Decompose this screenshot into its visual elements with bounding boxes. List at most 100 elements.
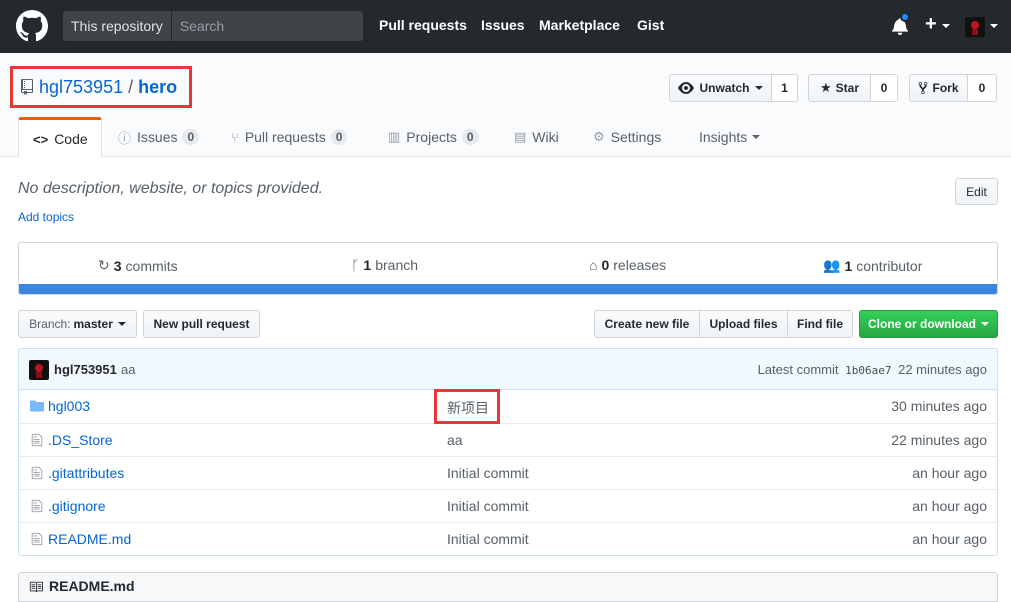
commit-message[interactable]: aa bbox=[121, 362, 135, 377]
commit-author-avatar[interactable] bbox=[29, 360, 49, 380]
issue-opened-icon: ⓘ bbox=[118, 130, 132, 146]
file-icon bbox=[31, 433, 43, 447]
file-icon bbox=[31, 499, 43, 513]
commits-label: commits bbox=[125, 257, 178, 274]
create-new-icon[interactable]: + bbox=[925, 13, 937, 36]
branch-label: branch bbox=[375, 257, 419, 273]
branch-count: 1 bbox=[363, 257, 372, 273]
file-name-link[interactable]: hgl003 bbox=[48, 398, 90, 414]
file-icon bbox=[31, 466, 43, 480]
pulls-counter: 0 bbox=[330, 129, 348, 145]
tab-wiki[interactable]: ▤ Wiki bbox=[514, 117, 559, 157]
tab-pull-requests[interactable]: ⑂ Pull requests 0 bbox=[231, 117, 348, 157]
insights-caret-icon bbox=[752, 135, 761, 139]
releases-count: 0 bbox=[601, 257, 610, 273]
user-avatar[interactable] bbox=[965, 17, 985, 37]
create-new-file-button[interactable]: Create new file bbox=[594, 310, 700, 338]
branches-link[interactable]: ᚴ 1 branch bbox=[351, 257, 418, 273]
repo-path-separator: / bbox=[128, 76, 134, 97]
file-name-link[interactable]: .gitattributes bbox=[48, 465, 124, 481]
file-icon bbox=[31, 532, 43, 546]
star-icon: ★ bbox=[820, 80, 832, 95]
gear-icon: ⚙ bbox=[593, 129, 605, 144]
tab-settings[interactable]: ⚙ Settings bbox=[593, 117, 661, 157]
fork-count[interactable]: 0 bbox=[968, 74, 997, 102]
watch-caret-icon bbox=[754, 86, 763, 90]
file-name-link[interactable]: .gitignore bbox=[48, 498, 106, 514]
repo-name-link[interactable]: hero bbox=[138, 77, 177, 98]
user-menu-caret-icon[interactable] bbox=[990, 24, 998, 28]
file-commit-message[interactable]: Initial commit bbox=[447, 465, 529, 481]
branch-select-button[interactable]: Branch: master bbox=[18, 310, 137, 338]
file-table: hgl753951 aa Latest commit 1b06ae7 22 mi… bbox=[18, 348, 998, 556]
file-age: an hour ago bbox=[912, 531, 987, 547]
nav-pull-requests[interactable]: Pull requests bbox=[379, 17, 467, 33]
commit-sha[interactable]: 1b06ae7 bbox=[845, 364, 891, 377]
tab-pull-requests-label: Pull requests bbox=[244, 129, 326, 145]
github-logo-icon[interactable] bbox=[16, 10, 48, 42]
table-row: .gitattributes Initial commit an hour ag… bbox=[19, 456, 997, 489]
tab-code[interactable]: <> Code bbox=[18, 117, 102, 158]
releases-label: releases bbox=[613, 257, 667, 273]
clone-download-label: Clone or download bbox=[868, 317, 976, 331]
history-icon: ↻ bbox=[98, 257, 110, 273]
commit-tease: hgl753951 aa Latest commit 1b06ae7 22 mi… bbox=[19, 349, 997, 390]
watch-button[interactable]: Unwatch bbox=[669, 74, 772, 102]
upload-files-button[interactable]: Upload files bbox=[699, 310, 788, 338]
watch-count[interactable]: 1 bbox=[772, 74, 798, 102]
tab-insights-label: Insights bbox=[699, 129, 748, 145]
contributor-count: 1 bbox=[844, 257, 853, 274]
numbers-summary: ↻ 3 commits ᚴ 1 branch ⌂ 0 releases 👥 1 … bbox=[18, 242, 998, 295]
readme-header: README.md bbox=[18, 572, 998, 602]
search-scope[interactable]: This repository bbox=[63, 11, 172, 41]
commit-author[interactable]: hgl753951 bbox=[54, 362, 117, 377]
tab-code-label: Code bbox=[54, 131, 88, 147]
table-row: .gitignore Initial commit an hour ago bbox=[19, 489, 997, 522]
branch-select-label: Branch: bbox=[29, 317, 71, 331]
star-count[interactable]: 0 bbox=[871, 74, 898, 102]
nav-issues[interactable]: Issues bbox=[481, 17, 525, 33]
eye-icon bbox=[678, 82, 695, 94]
nav-marketplace[interactable]: Marketplace bbox=[539, 17, 620, 33]
commits-link[interactable]: ↻ 3 commits bbox=[98, 257, 178, 274]
tab-settings-label: Settings bbox=[610, 129, 662, 145]
table-row: hgl003 新项目 30 minutes ago bbox=[19, 390, 997, 423]
file-name-link[interactable]: README.md bbox=[48, 531, 131, 547]
nav-gist[interactable]: Gist bbox=[637, 17, 664, 33]
unread-indicator bbox=[900, 12, 910, 22]
repo-owner-link[interactable]: hgl753951 bbox=[39, 77, 123, 98]
releases-link[interactable]: ⌂ 0 releases bbox=[589, 257, 666, 273]
organization-icon: 👥 bbox=[823, 257, 841, 273]
file-age: an hour ago bbox=[912, 465, 987, 481]
search-input[interactable]: Search bbox=[172, 11, 232, 41]
repo-description: No description, website, or topics provi… bbox=[18, 180, 324, 197]
tab-projects[interactable]: ▥ Projects 0 bbox=[388, 117, 479, 157]
search-box[interactable]: This repository Search bbox=[63, 11, 363, 41]
contributors-link[interactable]: 👥 1 contributor bbox=[823, 257, 922, 274]
global-header: This repository Search Pull requests Iss… bbox=[0, 0, 1011, 53]
create-menu-caret-icon[interactable] bbox=[942, 24, 950, 28]
readme-title: README.md bbox=[49, 578, 135, 594]
file-commit-message[interactable]: Initial commit bbox=[447, 498, 529, 514]
language-bar[interactable] bbox=[19, 284, 997, 294]
star-label: Star bbox=[835, 81, 859, 95]
tab-insights[interactable]: Insights bbox=[699, 117, 761, 157]
repo-icon bbox=[21, 79, 33, 95]
star-button[interactable]: ★ Star bbox=[808, 74, 871, 102]
project-icon: ▥ bbox=[388, 129, 401, 144]
tab-issues[interactable]: ⓘ Issues 0 bbox=[118, 117, 200, 157]
fork-button[interactable]: Fork bbox=[909, 74, 968, 102]
contributor-label: contributor bbox=[856, 257, 923, 274]
file-commit-message[interactable]: Initial commit bbox=[447, 531, 529, 547]
find-file-button[interactable]: Find file bbox=[787, 310, 853, 338]
tab-wiki-label: Wiki bbox=[532, 129, 559, 145]
file-commit-message[interactable]: aa bbox=[447, 432, 463, 448]
add-topics-link[interactable]: Add topics bbox=[18, 210, 74, 224]
new-pull-request-button[interactable]: New pull request bbox=[143, 310, 260, 338]
branch-select-value: master bbox=[73, 317, 113, 331]
clone-download-button[interactable]: Clone or download bbox=[859, 310, 998, 338]
table-row: .DS_Store aa 22 minutes ago bbox=[19, 423, 997, 456]
edit-description-button[interactable]: Edit bbox=[955, 178, 998, 205]
file-name-link[interactable]: .DS_Store bbox=[48, 432, 113, 448]
git-branch-icon: ᚴ bbox=[351, 257, 360, 273]
